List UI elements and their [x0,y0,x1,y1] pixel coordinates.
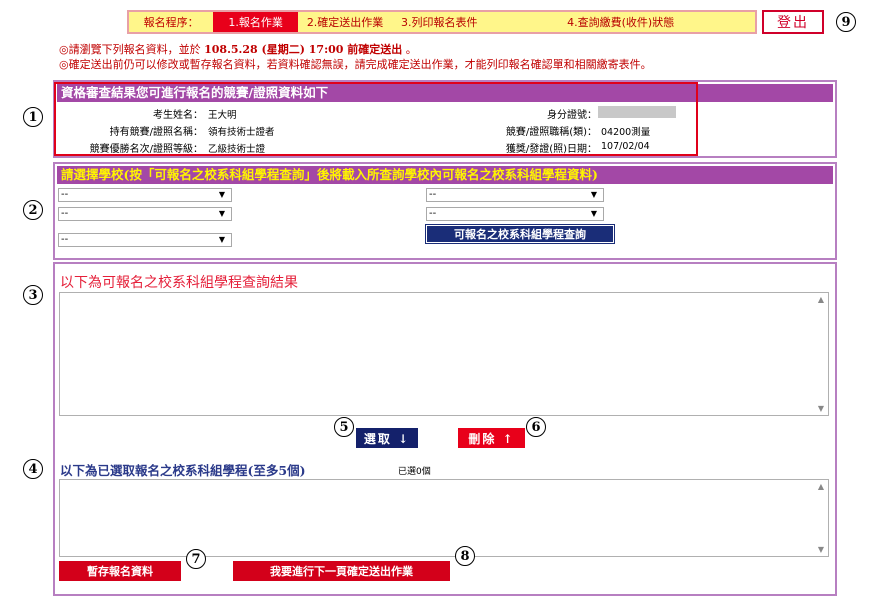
select-button[interactable]: 選取 ↓ [356,428,418,448]
results-title: 以下為可報名之校系科組學程查詢結果 [60,275,298,291]
marker-6: 6 [526,417,546,437]
school-dropdown-2-value: -- [61,208,69,219]
selected-scrollbar[interactable]: ▲ ▼ [814,480,828,556]
delete-button[interactable]: 刪除 ↑ [458,428,525,448]
deadline-note-date: 108.5.28 (星期二) 17:00 前確定送出 [204,43,403,56]
school-dropdown-4[interactable]: -- ▼ [426,188,604,202]
next-page-confirm-button[interactable]: 我要進行下一頁確定送出作業 [233,561,450,581]
results-list[interactable]: ▲ ▼ [59,292,829,416]
deadline-note: ◎請瀏覽下列報名資料，並於 108.5.28 (星期二) 17:00 前確定送出… [59,41,417,57]
save-draft-button[interactable]: 暫存報名資料 [59,561,181,581]
dropdown-arrow-icon: ▼ [590,209,597,218]
scroll-down-icon[interactable]: ▼ [814,545,828,554]
school-select-header-suffix: 後將載入所查詢學校內可報名之校系科組學程資料) [316,167,598,182]
dropdown-arrow-icon: ▼ [590,190,597,199]
selected-count: 已選0個 [398,467,431,477]
dropdown-arrow-icon: ▼ [218,190,225,199]
confirm-note: ◎確定送出前仍可以修改或暫存報名資料，若資料確認無誤，請完成確定送出作業，才能列… [59,58,652,71]
name-value: 王大明 [208,110,237,121]
rank-value: 乙級技術士證 [208,144,266,155]
scroll-up-icon[interactable]: ▲ [814,482,828,491]
marker-4: 4 [23,459,43,479]
step-2-confirm[interactable]: 2.確定送出作業 [298,12,392,32]
id-label: 身分證號： [547,110,597,121]
name-label: 考生姓名： [153,110,203,121]
marker-5: 5 [334,417,354,437]
step-1-apply[interactable]: 1.報名作業 [213,12,298,32]
date-value: 107/02/04 [601,141,650,152]
job-label: 競賽/證照職稱(類)： [505,127,597,138]
school-select-header-highlight: 「可報名之校系科組學程查詢」 [141,167,317,182]
step-bar: 報名程序： 1.報名作業 2.確定送出作業 3.列印報名表件 4.查詢繳費(收件… [127,10,757,34]
dropdown-arrow-icon: ▼ [218,209,225,218]
dropdown-arrow-icon: ▼ [218,235,225,244]
school-dropdown-2[interactable]: -- ▼ [58,207,232,221]
id-value-redacted [598,106,676,118]
license-value: 領有技術士證者 [208,127,275,138]
job-value: 04200測量 [601,127,651,138]
selected-title: 以下為已選取報名之校系科組學程(至多5個) [60,463,306,478]
scroll-down-icon[interactable]: ▼ [814,404,828,413]
school-dropdown-5-value: -- [429,208,437,219]
marker-1: 1 [23,107,43,127]
marker-8: 8 [455,546,475,566]
marker-9: 9 [836,12,856,32]
marker-7: 7 [186,549,206,569]
license-label: 持有競賽/證照名稱： [109,127,203,138]
date-label: 獲獎/發證(照)日期： [505,144,597,155]
rank-label: 競賽優勝名次/證照等級： [89,144,203,155]
logout-button[interactable]: 登出 [762,10,824,34]
school-select-header: 請選擇學校(按「可報名之校系科組學程查詢」後將載入所查詢學校內可報名之校系科組學… [57,166,833,184]
scroll-up-icon[interactable]: ▲ [814,295,828,304]
school-dropdown-3-value: -- [61,234,69,245]
step-4-payment-status[interactable]: 4.查詢繳費(收件)狀態 [486,12,755,32]
school-dropdown-3[interactable]: -- ▼ [58,233,232,247]
results-scrollbar[interactable]: ▲ ▼ [814,293,828,415]
deadline-note-suffix: 。 [405,43,417,56]
step-bar-label: 報名程序： [143,16,199,29]
selected-list[interactable]: ▲ ▼ [59,479,829,557]
deadline-note-prefix: ◎請瀏覽下列報名資料，並於 [59,43,201,56]
marker-2: 2 [23,200,43,220]
step-3-print[interactable]: 3.列印報名表件 [392,12,486,32]
query-schools-button[interactable]: 可報名之校系科組學程查詢 [425,224,615,244]
school-dropdown-4-value: -- [429,189,437,200]
school-select-header-prefix: 請選擇學校(按 [61,167,142,182]
school-dropdown-5[interactable]: -- ▼ [426,207,604,221]
school-dropdown-1[interactable]: -- ▼ [58,188,232,202]
school-dropdown-1-value: -- [61,189,69,200]
marker-3: 3 [23,285,43,305]
